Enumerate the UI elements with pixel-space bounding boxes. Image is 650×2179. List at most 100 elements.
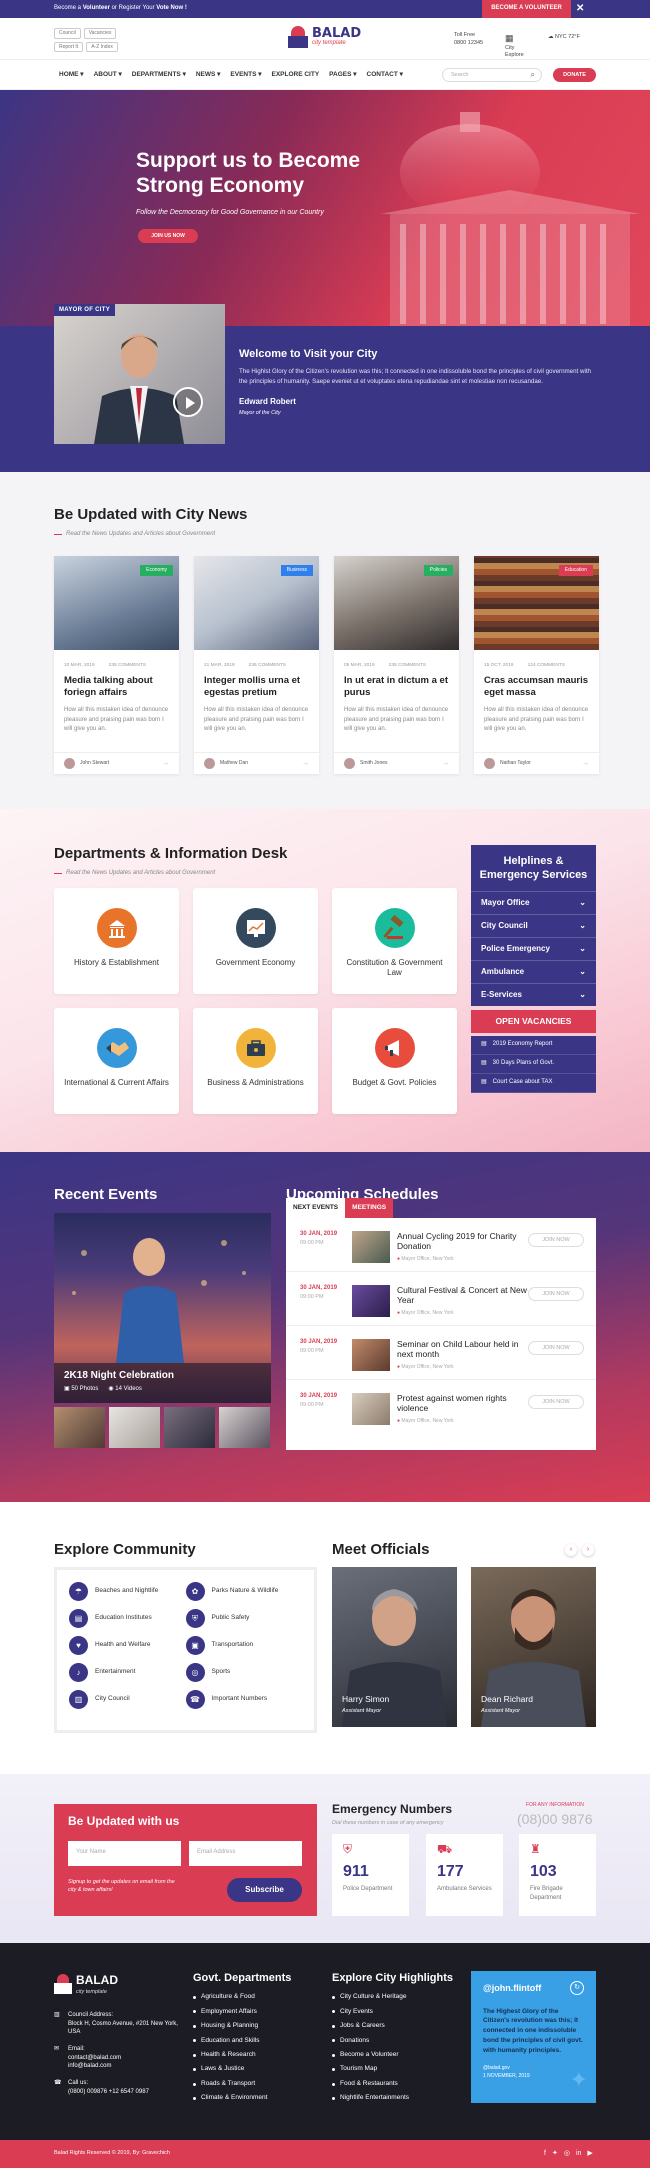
play-icon[interactable]: [173, 387, 203, 417]
official-card[interactable]: Dean Richard Assistant Mayor: [471, 1567, 596, 1727]
emergency-card[interactable]: ⛨ 911 Police Department: [332, 1834, 409, 1916]
event-title[interactable]: 2K18 Night Celebration: [64, 1369, 261, 1382]
footer-link[interactable]: Tourism Map: [332, 2065, 453, 2073]
event-thumbnail[interactable]: [109, 1407, 160, 1448]
footer-link[interactable]: Roads & Transport: [193, 2080, 291, 2088]
arrow-right-icon[interactable]: →: [302, 759, 309, 768]
footer-link[interactable]: City Events: [332, 2008, 453, 2016]
email-link[interactable]: contact@balad.com: [68, 2054, 121, 2063]
join-us-button[interactable]: JOIN US NOW: [138, 229, 198, 243]
department-card[interactable]: Constitution & Government Law: [332, 888, 457, 994]
news-headline[interactable]: In ut erat in dictum a et purus: [344, 675, 449, 698]
nav-explore-city[interactable]: EXPLORE CITY: [271, 71, 319, 79]
news-headline[interactable]: Integer mollis urna et egestas pretium: [204, 675, 309, 698]
emergency-card[interactable]: ♜ 103 Fire Brigade Department: [519, 1834, 596, 1916]
community-link[interactable]: ▣ Transportation: [185, 1636, 303, 1655]
footer-link[interactable]: Climate & Environment: [193, 2094, 291, 2102]
tab-next-events[interactable]: NEXT EVENTS: [286, 1198, 346, 1218]
footer-link[interactable]: Become a Volunteer: [332, 2051, 453, 2059]
news-comments[interactable]: 236 COMMENTS: [109, 663, 146, 669]
news-headline[interactable]: Media talking about foriegn affairs: [64, 675, 169, 698]
twitter-handle[interactable]: @john.flintoff: [483, 1983, 584, 1995]
department-card[interactable]: History & Establishment: [54, 888, 179, 994]
document-link[interactable]: ▤ Court Case about TAX: [471, 1074, 596, 1093]
quick-link-vacancies[interactable]: Vacancies: [83, 28, 117, 39]
schedule-title[interactable]: Seminar on Child Labour held in next mon…: [397, 1339, 527, 1359]
news-author[interactable]: Smith Jones: [360, 760, 388, 767]
helpline-police[interactable]: Police Emergency ⌄: [471, 937, 596, 960]
arrow-right-icon[interactable]: →: [442, 759, 449, 768]
videos-count[interactable]: ◉ 14 Videos: [108, 1386, 142, 1394]
category-badge[interactable]: Economy: [140, 565, 173, 576]
info-number[interactable]: (08)00 9876: [517, 1810, 593, 1828]
refresh-icon[interactable]: ↻: [570, 1981, 584, 1995]
helpline-ambulance[interactable]: Ambulance ⌄: [471, 960, 596, 983]
emergency-card[interactable]: ⛟ 177 Ambulance Services: [426, 1834, 503, 1916]
news-card[interactable]: Education 15 OCT, 2019 124 COMMENTS Cras …: [474, 556, 599, 774]
footer-link[interactable]: Agriculture & Food: [193, 1993, 291, 2001]
news-author[interactable]: Nathan Taylor: [500, 760, 531, 767]
department-card[interactable]: Government Economy: [193, 888, 318, 994]
quick-link-az-index[interactable]: A-Z Index: [86, 41, 118, 52]
footer-link[interactable]: City Culture & Heritage: [332, 1993, 453, 2001]
search-input[interactable]: Search ⌕: [442, 68, 542, 82]
nav-news[interactable]: NEWS ▾: [196, 71, 221, 79]
email-link[interactable]: info@balad.com: [68, 2062, 121, 2071]
footer-link[interactable]: Employment Affairs: [193, 2008, 291, 2016]
quick-link-report[interactable]: Report It: [54, 41, 84, 52]
category-badge[interactable]: Business: [280, 565, 313, 576]
open-vacancies-button[interactable]: OPEN VACANCIES: [471, 1010, 596, 1033]
city-explore-info[interactable]: ▦ City Explore: [505, 32, 524, 60]
subscribe-button[interactable]: Subscribe: [227, 1878, 302, 1902]
news-author[interactable]: John Stewart: [80, 760, 109, 767]
schedule-title[interactable]: Annual Cycling 2019 for Charity Donation: [397, 1231, 527, 1251]
community-link[interactable]: ♥ Health and Welfare: [69, 1636, 186, 1655]
footer-logo[interactable]: BALAD city template: [54, 1973, 118, 1996]
linkedin-icon[interactable]: in: [576, 2149, 581, 2158]
schedule-title[interactable]: Protest against women rights violence: [397, 1393, 527, 1413]
helpline-mayor-office[interactable]: Mayor Office ⌄: [471, 891, 596, 914]
nav-contact[interactable]: CONTACT ▾: [367, 71, 403, 79]
twitter-icon[interactable]: ✦: [552, 2149, 558, 2158]
nav-about[interactable]: ABOUT ▾: [94, 71, 122, 79]
community-link[interactable]: ◎ Sports: [185, 1663, 303, 1682]
news-card[interactable]: Policies 05 MAR, 2019 236 COMMENTS In ut …: [334, 556, 459, 774]
news-comments[interactable]: 236 COMMENTS: [249, 663, 286, 669]
schedule-title[interactable]: Cultural Festival & Concert at New Year: [397, 1285, 527, 1305]
category-badge[interactable]: Policies: [423, 565, 453, 576]
quick-link-council[interactable]: Council: [54, 28, 81, 39]
mayor-video-card[interactable]: MAYOR OF CITY: [54, 304, 225, 444]
community-link[interactable]: ☂ Beaches and Nightlife: [69, 1582, 186, 1601]
chevron-left-icon[interactable]: ‹: [565, 1544, 577, 1556]
volunteer-link[interactable]: Volunteer: [83, 5, 110, 11]
arrow-right-icon[interactable]: →: [162, 759, 169, 768]
vote-link[interactable]: Vote Now !: [156, 5, 187, 11]
join-now-button[interactable]: JOIN NOW: [528, 1341, 584, 1355]
join-now-button[interactable]: JOIN NOW: [528, 1233, 584, 1247]
footer-link[interactable]: Laws & Justice: [193, 2065, 291, 2073]
category-badge[interactable]: Education: [558, 565, 593, 576]
join-now-button[interactable]: JOIN NOW: [528, 1395, 584, 1409]
photos-count[interactable]: ▣ 50 Photos: [64, 1386, 98, 1394]
site-logo[interactable]: BALAD city template: [288, 26, 361, 48]
name-input[interactable]: Your Name: [68, 1841, 181, 1866]
event-thumbnail[interactable]: [219, 1407, 270, 1448]
document-link[interactable]: ▤ 2019 Economy Report: [471, 1036, 596, 1055]
phone-link[interactable]: (0800) 009876 +12 6547 0987: [68, 2088, 149, 2097]
news-card[interactable]: Business 21 MAR, 2019 236 COMMENTS Intege…: [194, 556, 319, 774]
event-thumbnail[interactable]: [54, 1407, 105, 1448]
news-comments[interactable]: 236 COMMENTS: [389, 663, 426, 669]
become-volunteer-button[interactable]: BECOME A VOLUNTEER: [482, 0, 571, 18]
donate-button[interactable]: DONATE: [553, 68, 596, 82]
document-link[interactable]: ▤ 30 Days Plans of Govt.: [471, 1055, 596, 1074]
helpline-city-council[interactable]: City Council ⌄: [471, 914, 596, 937]
featured-event-image[interactable]: 2K18 Night Celebration ▣ 50 Photos ◉ 14 V…: [54, 1213, 271, 1403]
search-icon[interactable]: ⌕: [531, 70, 535, 80]
nav-departments[interactable]: DEPARTMENTS ▾: [132, 71, 186, 79]
news-card[interactable]: Economy 10 MAR, 2019 236 COMMENTS Media t…: [54, 556, 179, 774]
community-link[interactable]: ☎ Important Numbers: [185, 1690, 303, 1709]
nav-home[interactable]: HOME ▾: [59, 71, 84, 79]
footer-link[interactable]: Education and Skills: [193, 2037, 291, 2045]
youtube-icon[interactable]: ▶: [587, 2149, 592, 2158]
department-card[interactable]: International & Current Affairs: [54, 1008, 179, 1114]
